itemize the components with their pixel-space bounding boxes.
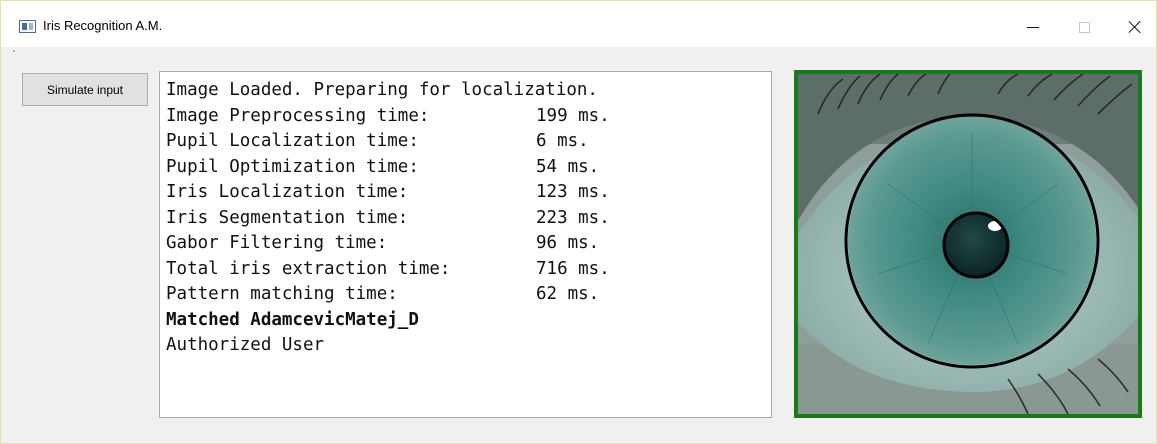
close-icon: [1128, 20, 1142, 34]
auth-status: Authorized User: [166, 335, 325, 355]
log-header: Image Loaded. Preparing for localization…: [166, 80, 598, 100]
app-icon: [19, 20, 36, 33]
close-button[interactable]: [1115, 13, 1155, 41]
simulate-input-button[interactable]: Simulate input: [22, 73, 148, 106]
timing-label: Pupil Localization time:: [166, 131, 419, 151]
eye-image-frame: [794, 70, 1142, 418]
timing-label: Gabor Filtering time:: [166, 233, 388, 253]
match-result: Matched AdamcevicMatej_D: [166, 309, 419, 330]
timing-value: 96 ms.: [536, 233, 600, 253]
timing-label: Iris Segmentation time:: [166, 207, 409, 228]
timing-row: Iris Segmentation time: 223 ms.: [166, 206, 771, 232]
window-title: Iris Recognition A.M.: [43, 18, 163, 33]
timing-row: Image Preprocessing time: 199 ms.: [166, 104, 771, 130]
timing-value: 123 ms.: [536, 182, 610, 202]
timing-value: 6 ms.: [536, 131, 589, 151]
timing-label: Image Preprocessing time:: [166, 105, 430, 126]
eye-image: [798, 74, 1138, 414]
timing-value: 54 ms.: [536, 156, 600, 177]
maximize-icon: [1078, 21, 1090, 33]
minimize-button[interactable]: [1013, 13, 1053, 41]
timing-row: Pattern matching time: 62 ms.: [166, 282, 771, 308]
timing-label: Total iris extraction time:: [166, 258, 451, 279]
timing-row: Gabor Filtering time: 96 ms.: [166, 231, 771, 257]
timing-label: Pupil Optimization time:: [166, 156, 419, 177]
timing-value: 716 ms.: [536, 258, 610, 279]
timing-label: Pattern matching time:: [166, 284, 398, 304]
log-output-panel[interactable]: Image Loaded. Preparing for localization…: [159, 71, 772, 418]
minimize-icon: [1027, 26, 1039, 28]
app-window: Iris Recognition A.M. Simulate input Ima…: [0, 0, 1157, 444]
timing-row: Pupil Localization time: 6 ms.: [166, 129, 771, 155]
timing-value: 223 ms.: [536, 207, 610, 228]
timing-row: Pupil Optimization time: 54 ms.: [166, 155, 771, 181]
timing-row: Total iris extraction time: 716 ms.: [166, 257, 771, 283]
timing-row: Iris Localization time: 123 ms.: [166, 180, 771, 206]
timing-value: 199 ms.: [536, 105, 610, 126]
timing-label: Iris Localization time:: [166, 182, 409, 202]
title-bar: Iris Recognition A.M.: [1, 1, 1156, 47]
timing-value: 62 ms.: [536, 284, 600, 304]
grip-dot: [13, 50, 15, 52]
maximize-button[interactable]: [1064, 13, 1104, 41]
